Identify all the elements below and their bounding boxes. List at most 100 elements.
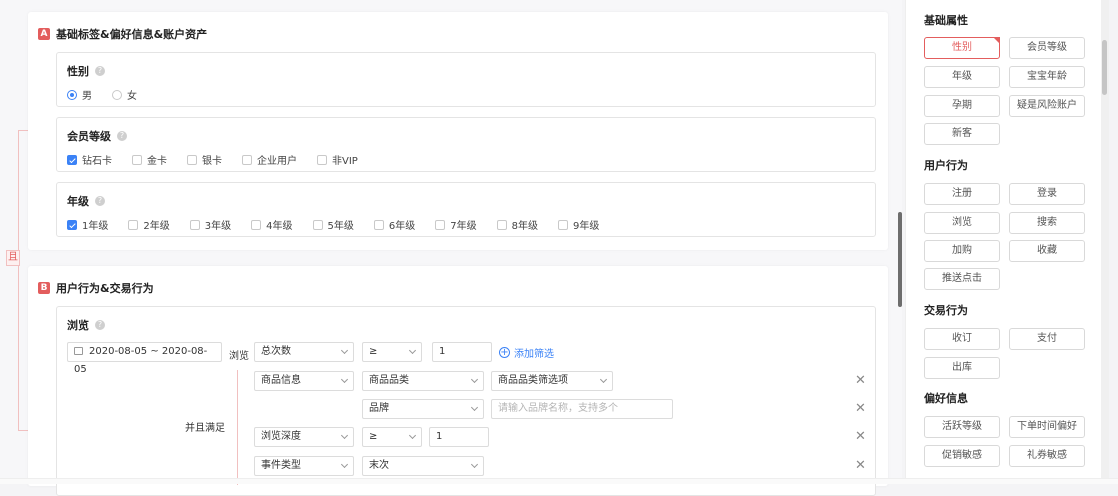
count-input[interactable]: 1 <box>432 342 492 362</box>
depth-input[interactable]: 1 <box>429 427 489 447</box>
checkbox-icon <box>67 154 77 165</box>
filter-value-select[interactable]: 商品品类筛选项 <box>491 371 613 391</box>
logic-line <box>18 130 28 131</box>
sub-value: 商品品类 <box>369 375 409 386</box>
member-option-gold[interactable]: 金卡 <box>132 152 167 167</box>
option-label: 7年级 <box>450 221 477 232</box>
checkbox-icon <box>558 219 568 230</box>
grade-option-8[interactable]: 8年级 <box>496 217 538 232</box>
help-icon[interactable]: ? <box>95 66 105 76</box>
date-range-picker[interactable]: 2020-08-05 ~ 2020-08-05 <box>67 342 222 375</box>
chevron-down-icon <box>340 346 349 355</box>
sidebar-scrollbar[interactable] <box>1101 0 1109 484</box>
field-value: 商品信息 <box>261 375 301 386</box>
depth-operator-select[interactable]: ≥ <box>362 427 422 447</box>
tag-order[interactable]: 收订 <box>924 328 1000 350</box>
operator-value: ≥ <box>369 346 378 357</box>
tag-promo-sensitive[interactable]: 促销敏感 <box>924 445 1000 467</box>
gender-title-text: 性别 <box>67 65 89 78</box>
tag-grade[interactable]: 年级 <box>924 66 1000 88</box>
option-label: 4年级 <box>266 221 293 232</box>
gender-options: 男 女 <box>67 87 157 102</box>
depth-select[interactable]: 浏览深度 <box>254 427 354 447</box>
tag-browse[interactable]: 浏览 <box>924 212 1000 234</box>
option-label: 钻石卡 <box>82 156 112 167</box>
tag-new-customer[interactable]: 新客 <box>924 123 1000 145</box>
option-label: 6年级 <box>388 221 416 232</box>
grade-option-3[interactable]: 3年级 <box>189 217 231 232</box>
section-b-badge: B <box>38 282 50 294</box>
tag-pay[interactable]: 支付 <box>1009 328 1085 350</box>
main-scrollbar[interactable] <box>898 212 902 307</box>
tag-login[interactable]: 登录 <box>1009 183 1085 205</box>
date-separator: ~ <box>150 346 159 357</box>
scrollbar-thumb[interactable] <box>1102 40 1107 95</box>
logic-and-outer[interactable]: 且 <box>6 250 20 266</box>
grade-option-9[interactable]: 9年级 <box>558 217 599 232</box>
member-option-enterprise[interactable]: 企业用户 <box>242 152 297 167</box>
tag-coupon-sensitive[interactable]: 礼券敏感 <box>1009 445 1085 467</box>
tag-push-click[interactable]: 推送点击 <box>924 268 1000 290</box>
brand-input[interactable]: 请输入品牌名称，支持多个 <box>491 399 673 419</box>
trade-behavior-title: 交易行为 <box>924 304 968 317</box>
checkbox-icon <box>128 219 139 230</box>
member-option-diamond[interactable]: 钻石卡 <box>67 152 112 167</box>
member-option-nonvip[interactable]: 非VIP <box>317 152 358 167</box>
tag-add-cart[interactable]: 加购 <box>924 240 1000 262</box>
grade-title-text: 年级 <box>67 195 89 208</box>
tag-favorite[interactable]: 收藏 <box>1009 240 1085 262</box>
grade-box: 年级 ? 1年级 2年级 3年级 4年级 5年级 6年级 7年级 8年级 9年级 <box>56 182 876 237</box>
chevron-down-icon <box>340 431 349 440</box>
radio-icon <box>67 89 77 100</box>
operator-select[interactable]: ≥ <box>362 342 422 362</box>
brand-select[interactable]: 品牌 <box>362 399 484 419</box>
section-a-badge: A <box>38 28 50 40</box>
grade-option-2[interactable]: 2年级 <box>128 217 170 232</box>
grade-option-7[interactable]: 7年级 <box>435 217 477 232</box>
tag-member-level[interactable]: 会员等级 <box>1009 37 1085 59</box>
help-icon[interactable]: ? <box>117 131 127 141</box>
section-a-title: A 基础标签&偏好信息&账户资产 <box>38 26 207 42</box>
close-icon[interactable]: ✕ <box>855 430 866 444</box>
event-value-select[interactable]: 末次 <box>362 456 484 476</box>
tag-search[interactable]: 搜索 <box>1009 212 1085 234</box>
option-label: 8年级 <box>511 221 538 232</box>
help-icon[interactable]: ? <box>95 196 105 206</box>
section-b-title-text: 用户行为&交易行为 <box>56 282 154 295</box>
tag-gender[interactable]: 性别 <box>924 37 1000 59</box>
tag-ship[interactable]: 出库 <box>924 357 1000 379</box>
checkbox-icon <box>187 154 197 165</box>
main-panel: 且 且 或 A 基础标签&偏好信息&账户资产 性别 ? 男 女 会员等级 ? <box>0 0 902 496</box>
logic-line <box>18 130 19 430</box>
grade-options: 1年级 2年级 3年级 4年级 5年级 6年级 7年级 8年级 9年级 <box>67 217 619 232</box>
grade-option-5[interactable]: 5年级 <box>312 217 354 232</box>
tag-order-time-pref[interactable]: 下单时间偏好 <box>1009 416 1085 438</box>
close-icon[interactable]: ✕ <box>855 402 866 416</box>
grade-option-1[interactable]: 1年级 <box>67 217 108 232</box>
tag-activity-level[interactable]: 活跃等级 <box>924 416 1000 438</box>
tag-register[interactable]: 注册 <box>924 183 1000 205</box>
tag-pregnancy[interactable]: 孕期 <box>924 95 1000 117</box>
gender-option-male[interactable]: 男 <box>67 87 92 102</box>
chevron-down-icon <box>340 460 349 469</box>
tag-risk-account[interactable]: 疑是风险账户 <box>1009 95 1085 117</box>
checkbox-icon <box>189 219 200 230</box>
grade-option-6[interactable]: 6年级 <box>373 217 416 232</box>
browse-box: 浏览 ? 2020-08-05 ~ 2020-08-05 浏览 总次数 ≥ 1 … <box>56 306 876 496</box>
plus-circle-icon: + <box>499 347 510 358</box>
chevron-down-icon <box>470 375 479 384</box>
help-icon[interactable]: ? <box>95 320 105 330</box>
event-type-select[interactable]: 事件类型 <box>254 456 354 476</box>
member-option-silver[interactable]: 银卡 <box>187 152 222 167</box>
tag-baby-age[interactable]: 宝宝年龄 <box>1009 66 1085 88</box>
close-icon[interactable]: ✕ <box>855 459 866 473</box>
add-filter-link[interactable]: + 添加筛选 <box>499 345 554 360</box>
option-label: 银卡 <box>202 156 222 167</box>
gender-option-female[interactable]: 女 <box>112 87 137 102</box>
grade-option-4[interactable]: 4年级 <box>251 217 293 232</box>
and-satisfy-label: 并且满足 <box>185 423 225 434</box>
filter-sub-select[interactable]: 商品品类 <box>362 371 484 391</box>
close-icon[interactable]: ✕ <box>855 374 866 388</box>
metric-select[interactable]: 总次数 <box>254 342 354 362</box>
filter-field-select[interactable]: 商品信息 <box>254 371 354 391</box>
